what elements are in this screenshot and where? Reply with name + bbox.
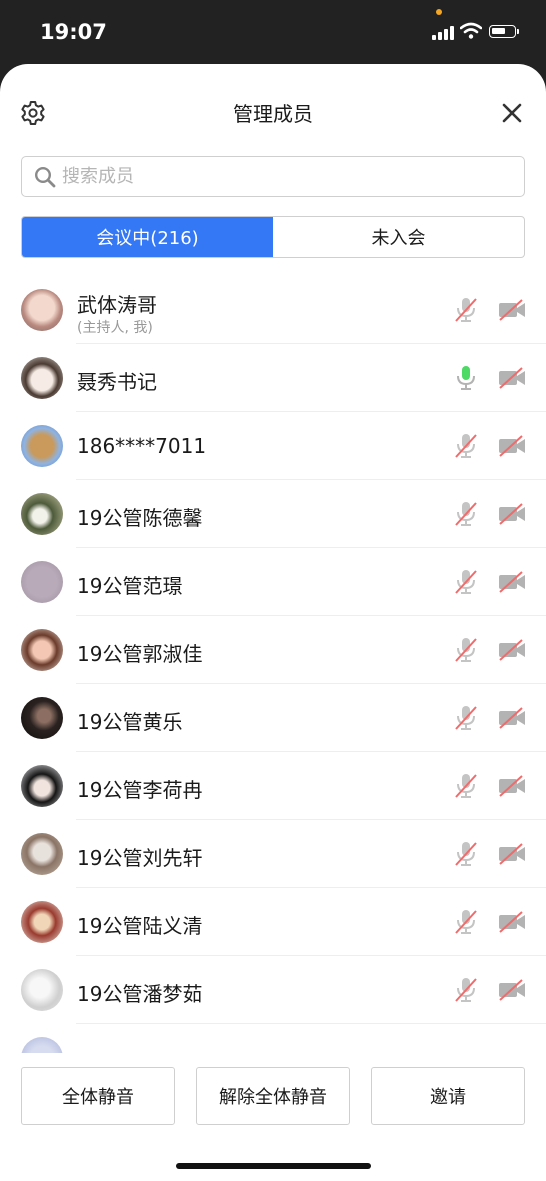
mic-muted-icon[interactable] (452, 976, 480, 1004)
search-input[interactable] (62, 157, 502, 195)
member-name: 聂秀书记 (77, 370, 157, 394)
camera-off-icon[interactable] (497, 842, 527, 866)
member-row[interactable]: 聂秀书记 (0, 344, 546, 412)
status-bar: 19:07 (0, 0, 546, 64)
avatar (21, 697, 63, 739)
camera-off-icon[interactable] (497, 434, 527, 458)
mic-muted-icon[interactable] (452, 840, 480, 868)
member-row-partial[interactable] (0, 1024, 546, 1056)
camera-off-icon[interactable] (497, 638, 527, 662)
avatar (21, 969, 63, 1011)
member-name: 19公管刘先轩 (77, 846, 203, 870)
avatar (21, 765, 63, 807)
avatar (21, 425, 63, 467)
avatar (21, 561, 63, 603)
search-icon (34, 166, 56, 188)
avatar (21, 493, 63, 535)
avatar (21, 357, 63, 399)
member-row[interactable]: 19公管郭淑佳 (0, 616, 546, 684)
status-time: 19:07 (40, 20, 107, 44)
avatar (21, 833, 63, 875)
member-row[interactable]: 19公管刘先轩 (0, 820, 546, 888)
tab-not-joined[interactable]: 未入会 (273, 217, 524, 257)
recording-indicator-dot (436, 9, 442, 15)
member-name: 19公管陈德馨 (77, 506, 203, 530)
camera-off-icon[interactable] (497, 570, 527, 594)
member-row[interactable]: 186****7011 (0, 412, 546, 480)
mute-all-button[interactable]: 全体静音 (21, 1067, 175, 1125)
camera-off-icon[interactable] (497, 910, 527, 934)
home-indicator[interactable] (176, 1163, 371, 1169)
member-name: 186****7011 (77, 434, 207, 458)
member-name: 19公管郭淑佳 (77, 642, 203, 666)
member-row[interactable]: 19公管陆义清 (0, 888, 546, 956)
close-icon[interactable] (500, 101, 524, 125)
mic-muted-icon[interactable] (452, 432, 480, 460)
mic-muted-icon[interactable] (452, 568, 480, 596)
tab-in-meeting[interactable]: 会议中(216) (22, 217, 273, 257)
camera-off-icon[interactable] (497, 706, 527, 730)
camera-off-icon[interactable] (497, 978, 527, 1002)
unmute-all-button[interactable]: 解除全体静音 (196, 1067, 350, 1125)
member-name: 19公管范璟 (77, 574, 183, 598)
camera-off-icon[interactable] (497, 298, 527, 322)
member-list[interactable]: 武体涛哥 (主持人, 我) 聂秀书记 186****7011 19公管陈德馨 1… (0, 276, 546, 1056)
mic-muted-icon[interactable] (452, 772, 480, 800)
avatar (21, 901, 63, 943)
cellular-signal-icon (432, 24, 454, 40)
avatar (21, 629, 63, 671)
wifi-icon (460, 22, 482, 39)
member-name: 19公管陆义清 (77, 914, 203, 938)
member-name: 19公管潘梦茹 (77, 982, 203, 1006)
manage-members-sheet: 管理成员 会议中(216) 未入会 武体涛哥 (主持人, 我) (0, 64, 546, 1181)
member-name: 19公管黄乐 (77, 710, 183, 734)
camera-off-icon[interactable] (497, 774, 527, 798)
mic-muted-icon[interactable] (452, 704, 480, 732)
member-row[interactable]: 19公管黄乐 (0, 684, 546, 752)
member-row[interactable]: 19公管陈德馨 (0, 480, 546, 548)
member-row[interactable]: 19公管范璟 (0, 548, 546, 616)
avatar (21, 289, 63, 331)
mic-muted-icon[interactable] (452, 636, 480, 664)
member-tabs: 会议中(216) 未入会 (21, 216, 525, 258)
mic-on-icon[interactable] (452, 364, 480, 392)
mic-muted-icon[interactable] (452, 500, 480, 528)
member-role: (主持人, 我) (77, 320, 153, 336)
member-name: 武体涛哥 (77, 293, 157, 317)
member-row[interactable]: 武体涛哥 (主持人, 我) (0, 276, 546, 344)
member-row[interactable]: 19公管李荷冉 (0, 752, 546, 820)
invite-button[interactable]: 邀请 (371, 1067, 525, 1125)
member-name: 19公管李荷冉 (77, 778, 203, 802)
camera-off-icon[interactable] (497, 502, 527, 526)
mic-muted-icon[interactable] (452, 908, 480, 936)
member-row[interactable]: 19公管潘梦茹 (0, 956, 546, 1024)
page-title: 管理成员 (233, 102, 313, 126)
mic-muted-icon[interactable] (452, 296, 480, 324)
camera-off-icon[interactable] (497, 366, 527, 390)
battery-icon (489, 25, 519, 38)
search-box[interactable] (21, 156, 525, 197)
